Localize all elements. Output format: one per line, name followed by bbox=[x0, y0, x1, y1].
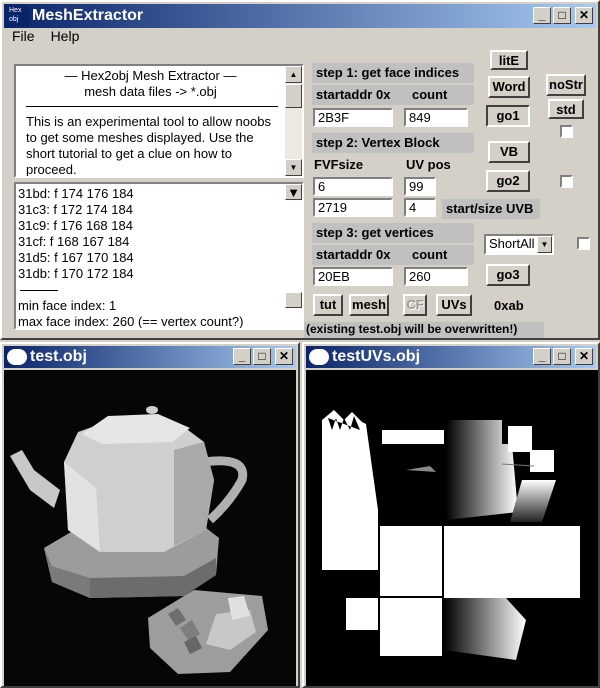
viewer-icon[interactable] bbox=[7, 349, 27, 365]
log-line: 31bd: f 174 176 184 bbox=[18, 186, 134, 201]
log-divider bbox=[20, 290, 58, 291]
go1-button[interactable]: go1 bbox=[486, 105, 530, 127]
close-icon[interactable]: ✕ bbox=[575, 7, 593, 24]
maximize-icon[interactable]: □ bbox=[553, 7, 571, 24]
window-title: MeshExtractor bbox=[32, 7, 144, 24]
uv-island bbox=[444, 526, 580, 598]
type-checkbox[interactable] bbox=[577, 237, 590, 250]
teapot-viewport[interactable] bbox=[4, 370, 296, 686]
scroll-thumb[interactable] bbox=[285, 84, 302, 108]
cf-button[interactable]: CF bbox=[403, 294, 427, 316]
type-select[interactable]: ShortAll ▼ bbox=[484, 234, 554, 255]
scroll-thumb[interactable] bbox=[285, 292, 302, 308]
std-button[interactable]: std bbox=[548, 99, 584, 119]
step3-startaddr-label: startaddr 0x bbox=[312, 245, 474, 265]
nostr-button[interactable]: noStr bbox=[546, 74, 586, 96]
teapot-render bbox=[10, 406, 268, 674]
viewer-left-title: test.obj bbox=[30, 348, 87, 365]
minimize-icon[interactable]: _ bbox=[533, 7, 551, 24]
step3-count-label: count bbox=[412, 247, 448, 262]
step3-startaddr-input[interactable]: 20EB bbox=[313, 267, 393, 286]
word-button[interactable]: Word bbox=[488, 76, 530, 98]
intro-divider bbox=[26, 106, 278, 107]
log-line: 31cf: f 168 167 184 bbox=[18, 234, 130, 249]
log-line: 31c9: f 176 168 184 bbox=[18, 218, 133, 233]
spout-shape bbox=[10, 450, 60, 508]
viewer-left-window: test.obj _ □ ✕ bbox=[0, 342, 300, 688]
scroll-down-icon[interactable]: ▼ bbox=[285, 159, 302, 176]
chevron-down-icon[interactable]: ▼ bbox=[537, 236, 552, 253]
uvb-label: start/size UVB bbox=[442, 199, 540, 219]
lite-button[interactable]: litE bbox=[490, 50, 528, 70]
uvs-button[interactable]: UVs bbox=[436, 294, 472, 316]
uv-island bbox=[380, 598, 442, 656]
uv-island bbox=[444, 598, 526, 660]
maximize-icon[interactable]: □ bbox=[253, 348, 271, 365]
go3-button[interactable]: go3 bbox=[486, 264, 530, 286]
fvfsize-input[interactable]: 6 bbox=[313, 177, 393, 196]
uv-viewport[interactable] bbox=[306, 370, 598, 686]
log-scrollbar[interactable]: ▲ ▼ bbox=[285, 184, 302, 308]
log-pane[interactable]: 31bd: f 174 176 184 31c3: f 172 174 184 … bbox=[14, 182, 304, 330]
step3-count-input[interactable]: 260 bbox=[404, 267, 468, 286]
step1-count-label: count bbox=[412, 87, 448, 102]
go2-button[interactable]: go2 bbox=[486, 170, 530, 192]
intro-body: This is an experimental tool to allow no… bbox=[26, 114, 271, 177]
maximize-icon[interactable]: □ bbox=[553, 348, 571, 365]
minimize-icon[interactable]: _ bbox=[533, 348, 551, 365]
intro-heading: — Hex2obj Mesh Extractor — bbox=[64, 68, 237, 83]
max-face-text: max face index: 260 (== vertex count?) bbox=[18, 314, 244, 329]
intro-subheading: mesh data files -> *.obj bbox=[84, 84, 217, 99]
viewer-right-window: testUVs.obj _ □ ✕ bbox=[302, 342, 600, 688]
main-title-bar[interactable]: Hex obj MeshExtractor _ □ ✕ bbox=[4, 4, 596, 28]
scroll-down-icon[interactable]: ▼ bbox=[285, 184, 302, 200]
step1-startaddr-input[interactable]: 2B3F bbox=[313, 108, 393, 127]
uv-island bbox=[322, 410, 378, 570]
uvpos-input[interactable]: 99 bbox=[404, 177, 436, 196]
uv-island bbox=[346, 598, 378, 630]
close-icon[interactable]: ✕ bbox=[275, 348, 293, 365]
viewer-icon[interactable] bbox=[309, 349, 329, 365]
viewer-right-title: testUVs.obj bbox=[332, 348, 421, 365]
viewer-right-title-bar[interactable]: testUVs.obj _ □ ✕ bbox=[306, 346, 596, 368]
log-line: 31d5: f 167 170 184 bbox=[18, 250, 134, 265]
uv-island bbox=[510, 480, 556, 522]
intro-text-pane[interactable]: — Hex2obj Mesh Extractor — mesh data fil… bbox=[14, 64, 304, 178]
log-line: 31c3: f 172 174 184 bbox=[18, 202, 133, 217]
std-checkbox[interactable] bbox=[560, 125, 573, 138]
tut-button[interactable]: tut bbox=[313, 294, 343, 316]
type-select-value: ShortAll bbox=[489, 236, 535, 251]
menu-bar: File Help bbox=[4, 26, 87, 46]
step1-startaddr-label: startaddr 0x bbox=[312, 85, 474, 105]
viewer-left-title-bar[interactable]: test.obj _ □ ✕ bbox=[4, 346, 296, 368]
fvfsize-label: FVFsize bbox=[314, 157, 364, 172]
uv-layout-render bbox=[322, 410, 580, 660]
uvpos-label: UV pos bbox=[406, 157, 451, 172]
step2-label: step 2: Vertex Block bbox=[312, 133, 474, 153]
menu-file[interactable]: File bbox=[4, 26, 43, 46]
intro-scrollbar[interactable]: ▲ ▼ bbox=[285, 66, 302, 176]
vb-button[interactable]: VB bbox=[488, 141, 530, 163]
close-icon[interactable]: ✕ bbox=[575, 348, 593, 365]
hex-toggle-label[interactable]: 0xab bbox=[494, 298, 524, 313]
uvb-size-input[interactable]: 4 bbox=[404, 198, 436, 217]
go2-checkbox[interactable] bbox=[560, 175, 573, 188]
step1-label: step 1: get face indices bbox=[312, 63, 474, 83]
uv-island bbox=[382, 430, 444, 444]
lid-shape bbox=[82, 414, 190, 444]
overwrite-warning: (existing test.obj will be overwritten!) bbox=[304, 322, 544, 338]
minimize-icon[interactable]: _ bbox=[233, 348, 251, 365]
mesh-button[interactable]: mesh bbox=[349, 294, 389, 316]
log-line: 31db: f 170 172 184 bbox=[18, 266, 134, 281]
uv-island bbox=[446, 420, 518, 520]
min-face-text: min face index: 1 bbox=[18, 298, 117, 313]
step1-count-input[interactable]: 849 bbox=[404, 108, 468, 127]
uv-island bbox=[380, 526, 442, 596]
step3-label: step 3: get vertices bbox=[312, 223, 474, 243]
menu-help[interactable]: Help bbox=[43, 26, 88, 46]
scroll-up-icon[interactable]: ▲ bbox=[285, 66, 302, 83]
app-icon[interactable]: Hex obj bbox=[7, 6, 29, 26]
uvb-start-input[interactable]: 2719 bbox=[313, 198, 393, 217]
